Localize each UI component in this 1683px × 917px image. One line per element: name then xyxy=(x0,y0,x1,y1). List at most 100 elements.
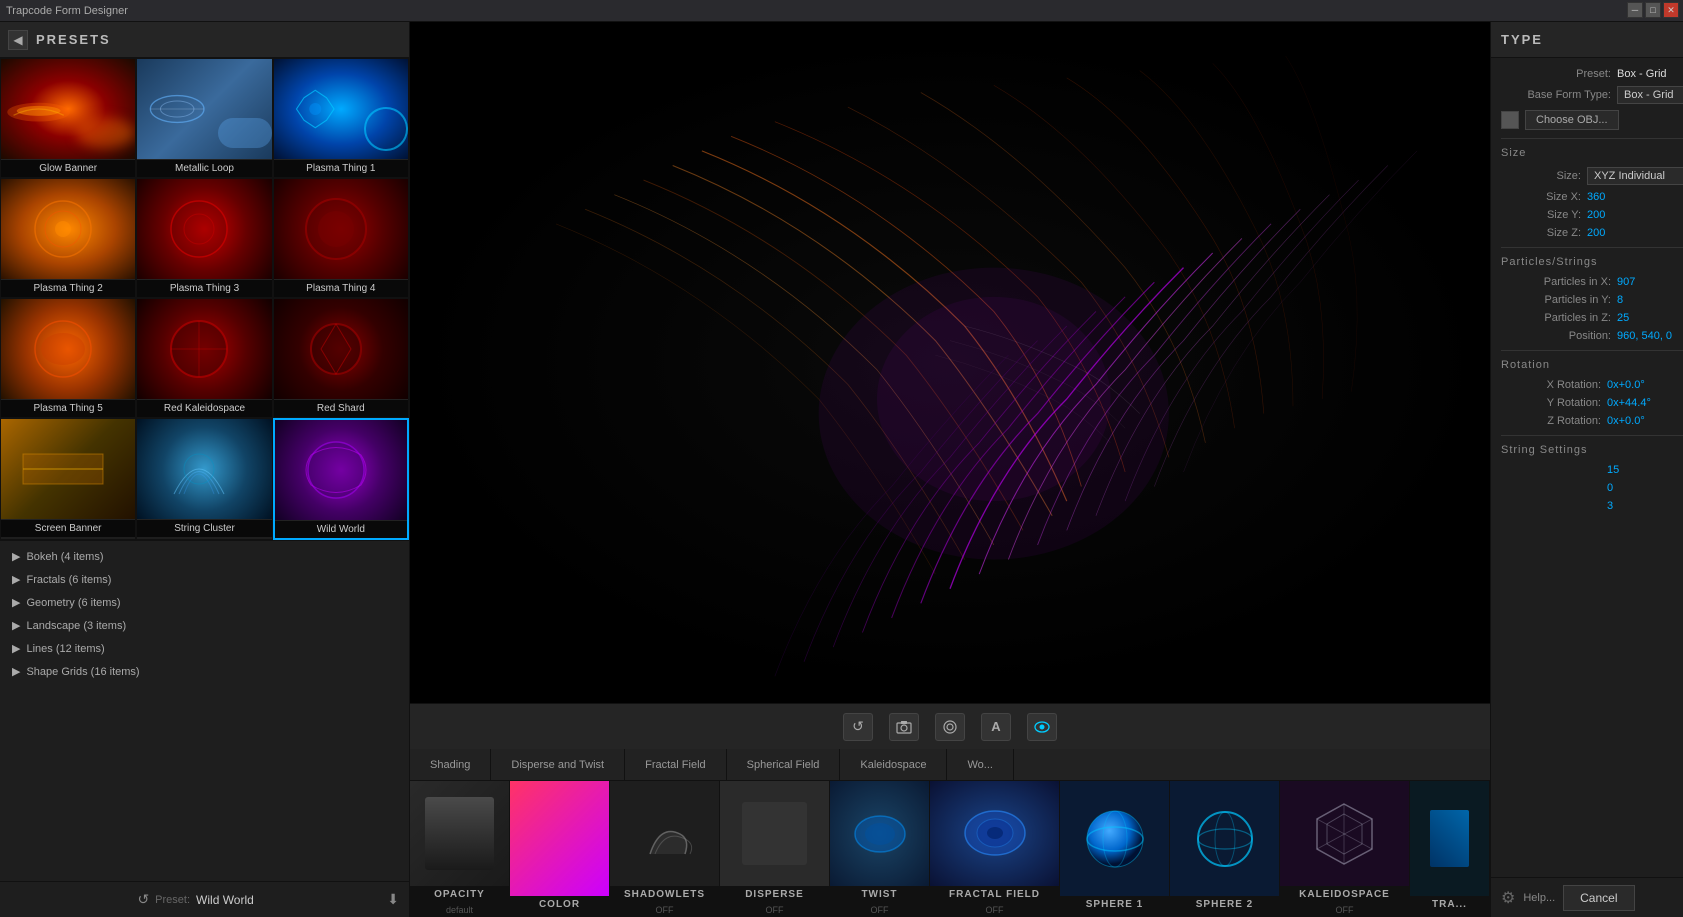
preset-item-string-cluster[interactable]: String Cluster xyxy=(136,418,272,540)
block-name-fractal-field: FRACTAL FIELD xyxy=(946,886,1043,903)
cancel-button[interactable]: Cancel xyxy=(1563,885,1634,911)
tab-disperse-twist[interactable]: Disperse and Twist xyxy=(491,749,625,780)
particles-x-value[interactable]: 907 xyxy=(1617,276,1635,288)
string-val1-row: 15 xyxy=(1501,464,1683,476)
x-rotation-value[interactable]: 0x+0.0° xyxy=(1607,379,1645,391)
category-label-lines: Lines (12 items) xyxy=(26,643,104,655)
preset-item-wild-world[interactable]: Wild World xyxy=(273,418,409,540)
preview-area xyxy=(410,22,1490,703)
presets-header: ◀ PRESETS xyxy=(0,22,409,58)
base-form-row: Base Form Type: Box - Grid ▼ xyxy=(1501,86,1683,104)
block-thumb-sphere2 xyxy=(1170,781,1279,896)
block-status-tra xyxy=(1448,913,1452,917)
string-val1-value[interactable]: 15 xyxy=(1607,464,1619,476)
string-val2-value[interactable]: 0 xyxy=(1607,482,1613,494)
position-value[interactable]: 960, 540, 0 xyxy=(1617,330,1672,342)
settings-icon[interactable]: ⚙ xyxy=(1501,888,1515,908)
block-shadowlets[interactable]: SHADOWLETS OFF xyxy=(610,781,720,917)
preset-item-plasma-4[interactable]: Plasma Thing 4 xyxy=(273,178,409,298)
preset-thumb-plasma-5 xyxy=(1,299,135,399)
block-status-fractal-field: OFF xyxy=(984,903,1006,917)
preset-label-plasma-2: Plasma Thing 2 xyxy=(1,279,135,297)
preset-save-icon[interactable]: ⬇ xyxy=(387,891,399,908)
size-y-value[interactable]: 200 xyxy=(1587,209,1605,221)
help-button[interactable]: Help... xyxy=(1523,892,1555,904)
blocks-strip: Shading Disperse and Twist Fractal Field… xyxy=(410,749,1490,917)
main-container: ◀ PRESETS Glow Banner xyxy=(0,22,1683,917)
obj-color-swatch[interactable] xyxy=(1501,111,1519,129)
blocks-tabs: Shading Disperse and Twist Fractal Field… xyxy=(410,749,1490,781)
block-status-twist: OFF xyxy=(869,903,891,917)
block-status-shadowlets: OFF xyxy=(654,903,676,917)
preset-item-red-shard[interactable]: Red Shard xyxy=(273,298,409,418)
window-controls[interactable]: ─ □ ✕ xyxy=(1627,2,1679,18)
block-color[interactable]: COLOR xyxy=(510,781,610,917)
preset-item-metallic-loop[interactable]: Metallic Loop xyxy=(136,58,272,178)
eye-button[interactable] xyxy=(1027,713,1057,741)
category-bokeh[interactable]: ▶ Bokeh (4 items) xyxy=(0,545,409,568)
preset-label-string-cluster: String Cluster xyxy=(137,519,271,537)
choose-obj-button[interactable]: Choose OBJ... xyxy=(1525,110,1619,130)
category-fractals[interactable]: ▶ Fractals (6 items) xyxy=(0,568,409,591)
category-lines[interactable]: ▶ Lines (12 items) xyxy=(0,637,409,660)
category-arrow-landscape: ▶ xyxy=(12,619,20,632)
block-fractal-field[interactable]: FRACTAL FIELD OFF xyxy=(930,781,1060,917)
size-section-title: Size xyxy=(1501,147,1683,159)
preset-item-screen-banner[interactable]: Screen Banner xyxy=(0,418,136,540)
block-disperse[interactable]: DISPERSE OFF xyxy=(720,781,830,917)
particles-z-value[interactable]: 25 xyxy=(1617,312,1629,324)
block-sphere-2[interactable]: SPHERE 2 xyxy=(1170,781,1280,917)
z-rotation-value[interactable]: 0x+0.0° xyxy=(1607,415,1645,427)
preset-item-plasma-5[interactable]: Plasma Thing 5 xyxy=(0,298,136,418)
preset-thumb-glow-banner xyxy=(1,59,135,159)
preset-item-plasma-2[interactable]: Plasma Thing 2 xyxy=(0,178,136,298)
preset-footer-name: Wild World xyxy=(196,893,254,907)
block-twist[interactable]: TWIST OFF xyxy=(830,781,930,917)
size-label: Size: xyxy=(1501,170,1581,182)
preset-label-metallic-loop: Metallic Loop xyxy=(137,159,271,177)
preset-item-red-kaleidospace[interactable]: Red Kaleidospace xyxy=(136,298,272,418)
particles-y-value[interactable]: 8 xyxy=(1617,294,1623,306)
base-form-dropdown[interactable]: Box - Grid ▼ xyxy=(1617,86,1683,104)
block-kaleidospace[interactable]: KALEIDOSPACE OFF xyxy=(1280,781,1410,917)
category-shape-grids[interactable]: ▶ Shape Grids (16 items) xyxy=(0,660,409,683)
z-rotation-label: Z Rotation: xyxy=(1501,415,1601,427)
tab-shading[interactable]: Shading xyxy=(410,749,491,780)
presets-back-button[interactable]: ◀ xyxy=(8,30,28,50)
tab-spherical[interactable]: Spherical Field xyxy=(727,749,841,780)
text-button[interactable]: A xyxy=(981,713,1011,741)
preset-item-plasma-1[interactable]: Plasma Thing 1 xyxy=(273,58,409,178)
block-thumb-disperse xyxy=(720,781,829,886)
particles-z-label: Particles in Z: xyxy=(1501,312,1611,324)
size-x-value[interactable]: 360 xyxy=(1587,191,1605,203)
y-rotation-value[interactable]: 0x+44.4° xyxy=(1607,397,1651,409)
undo-button[interactable]: ↺ xyxy=(843,713,873,741)
close-button[interactable]: ✕ xyxy=(1663,2,1679,18)
presets-grid-area[interactable]: Glow Banner Metallic Loop xyxy=(0,58,409,881)
preview-toolbar: ↺ A xyxy=(410,703,1490,749)
z-rotation-row: Z Rotation: 0x+0.0° xyxy=(1501,415,1683,427)
category-label-shape-grids: Shape Grids (16 items) xyxy=(26,666,139,678)
preset-item-plasma-3[interactable]: Plasma Thing 3 xyxy=(136,178,272,298)
tab-fractal[interactable]: Fractal Field xyxy=(625,749,727,780)
block-name-tra: TRA... xyxy=(1429,896,1470,913)
block-thumb-fractal xyxy=(930,781,1059,886)
preset-item-glow-banner[interactable]: Glow Banner xyxy=(0,58,136,178)
tab-wo[interactable]: Wo... xyxy=(947,749,1013,780)
block-opacity[interactable]: OPACITY default xyxy=(410,781,510,917)
block-tra[interactable]: TRA... xyxy=(1410,781,1490,917)
preset-reset-icon[interactable]: ↺ xyxy=(137,891,149,908)
tab-shading-label: Shading xyxy=(430,759,470,771)
minimize-button[interactable]: ─ xyxy=(1627,2,1643,18)
size-y-row: Size Y: 200 xyxy=(1501,209,1683,221)
audio-button[interactable] xyxy=(935,713,965,741)
size-dropdown[interactable]: XYZ Individual ▼ xyxy=(1587,167,1683,185)
tab-kaleidospace[interactable]: Kaleidospace xyxy=(840,749,947,780)
string-val3-value[interactable]: 3 xyxy=(1607,500,1613,512)
camera-button[interactable] xyxy=(889,713,919,741)
maximize-button[interactable]: □ xyxy=(1645,2,1661,18)
category-landscape[interactable]: ▶ Landscape (3 items) xyxy=(0,614,409,637)
size-z-value[interactable]: 200 xyxy=(1587,227,1605,239)
block-sphere-1[interactable]: SPHERE 1 xyxy=(1060,781,1170,917)
category-geometry[interactable]: ▶ Geometry (6 items) xyxy=(0,591,409,614)
